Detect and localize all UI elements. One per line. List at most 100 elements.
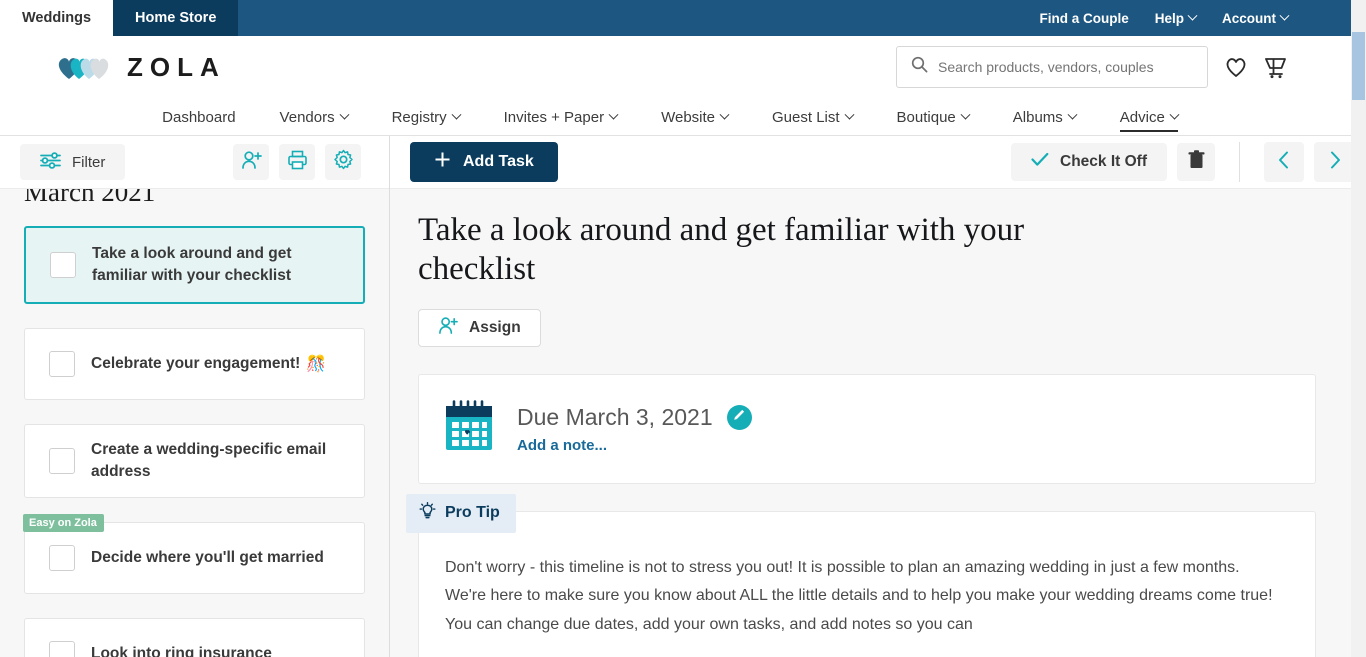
task-checkbox[interactable] — [49, 351, 75, 377]
settings-button[interactable] — [325, 144, 361, 180]
check-icon — [1031, 152, 1049, 172]
task-list-item[interactable]: Easy on Zola Decide where you'll get mar… — [23, 514, 365, 594]
pro-tip-section: Pro Tip Don't worry - this timeline is n… — [406, 493, 1316, 657]
due-date-row: Due March 3, 2021 — [517, 404, 752, 431]
app-body: Filter March 2021 Take a look around and… — [0, 136, 1366, 657]
check-it-off-button[interactable]: Check It Off — [1011, 143, 1167, 181]
topbar-tab-weddings[interactable]: Weddings — [0, 0, 114, 36]
assign-button[interactable]: Assign — [418, 308, 541, 347]
cart-icon[interactable] — [1264, 56, 1288, 79]
find-a-couple-link[interactable]: Find a Couple — [1039, 11, 1128, 26]
nav-item-advice[interactable]: Advice — [1098, 109, 1200, 135]
pencil-icon — [732, 408, 746, 427]
nav-item-website[interactable]: Website — [639, 109, 750, 135]
find-a-couple-label: Find a Couple — [1039, 10, 1129, 26]
filter-sliders-icon — [40, 151, 61, 173]
topbar-tab-home-store-label: Home Store — [135, 10, 217, 26]
settings-gear-icon — [333, 149, 354, 175]
task-checkbox[interactable] — [49, 448, 75, 474]
nav-item-vendors[interactable]: Vendors — [258, 109, 370, 135]
task-checkbox[interactable] — [49, 641, 75, 657]
nav-item-boutique[interactable]: Boutique — [875, 109, 991, 135]
add-note-link[interactable]: Add a note... — [517, 437, 752, 454]
nav-item-invites-paper-label: Invites + Paper — [503, 109, 605, 126]
add-person-icon — [438, 316, 458, 340]
nav-item-advice-label: Advice — [1119, 109, 1165, 126]
print-icon — [287, 150, 308, 175]
nav-item-guest-list[interactable]: Guest List — [750, 109, 875, 135]
zola-hearts-icon — [55, 54, 117, 80]
chevron-down-icon — [339, 109, 350, 120]
nav-item-registry-label: Registry — [391, 109, 447, 126]
task-list[interactable]: March 2021 Take a look around and get fa… — [0, 189, 389, 657]
toolbar-divider — [1239, 142, 1240, 182]
nav-item-invites-paper[interactable]: Invites + Paper — [482, 109, 639, 135]
add-person-icon — [241, 150, 262, 175]
print-button[interactable] — [279, 144, 315, 180]
pro-tip-label: Pro Tip — [445, 504, 500, 522]
edit-due-date-button[interactable] — [726, 404, 752, 430]
delete-task-button[interactable] — [1177, 143, 1215, 181]
chevron-down-icon — [719, 109, 730, 120]
masthead-actions — [896, 46, 1288, 88]
task-detail-panel: Add Task Check It Off Take a look around… — [390, 136, 1366, 657]
account-menu[interactable]: Account — [1222, 10, 1290, 26]
pro-tip-badge: Pro Tip — [406, 493, 516, 533]
top-utility-bar: Weddings Home Store Find a Couple Help A… — [0, 0, 1366, 36]
nav-item-albums-label: Albums — [1012, 109, 1063, 126]
page-scrollbar[interactable] — [1351, 0, 1366, 657]
due-date-card: Due March 3, 2021 Add a note... — [418, 373, 1316, 484]
nav-item-website-label: Website — [661, 109, 716, 126]
filter-button-label: Filter — [72, 153, 106, 171]
add-person-button[interactable] — [233, 144, 269, 180]
add-task-button-label: Add Task — [463, 153, 534, 170]
nav-item-boutique-label: Boutique — [896, 109, 956, 126]
checklist-toolbar: Filter — [0, 136, 389, 189]
page-scroll-thumb[interactable] — [1352, 32, 1365, 100]
help-label: Help — [1154, 10, 1184, 26]
search-box[interactable] — [896, 46, 1208, 88]
task-checkbox[interactable] — [49, 545, 75, 571]
task-list-item[interactable]: Look into ring insurance — [24, 618, 365, 657]
pro-tip-card: Don't worry - this timeline is not to st… — [418, 510, 1316, 657]
check-it-off-label: Check It Off — [1060, 153, 1147, 170]
task-list-item-label: Decide where you'll get married — [91, 549, 324, 566]
task-list-item-label: Take a look around and get familiar with… — [92, 245, 292, 284]
chevron-left-icon — [1277, 151, 1292, 174]
masthead: ZOLA — [0, 36, 1366, 98]
checklist-toolbar-actions — [233, 144, 361, 180]
page-title: Take a look around and get familiar with… — [418, 212, 1025, 287]
nav-item-dashboard[interactable]: Dashboard — [140, 109, 257, 135]
filter-button[interactable]: Filter — [20, 144, 126, 180]
nav-item-albums[interactable]: Albums — [991, 109, 1098, 135]
task-list-item[interactable]: Celebrate your engagement! 🎊 — [24, 328, 365, 400]
due-date-text-block: Due March 3, 2021 Add a note... — [517, 404, 752, 454]
chevron-right-icon — [1327, 151, 1342, 174]
lightbulb-icon — [419, 501, 436, 525]
search-icon — [911, 56, 928, 78]
task-list-item[interactable]: Create a wedding-specific email address — [24, 424, 365, 498]
topbar-links: Find a Couple Help Account — [1039, 0, 1366, 36]
chevron-down-icon — [1067, 109, 1078, 120]
search-input[interactable] — [938, 59, 1193, 75]
add-task-button[interactable]: Add Task — [410, 142, 558, 182]
detail-toolbar: Add Task Check It Off — [390, 136, 1366, 189]
wishlist-heart-icon[interactable] — [1224, 56, 1248, 78]
main-navigation: Dashboard Vendors Registry Invites + Pap… — [0, 98, 1366, 136]
previous-task-button[interactable] — [1264, 142, 1304, 182]
next-task-button[interactable] — [1314, 142, 1354, 182]
nav-item-dashboard-label: Dashboard — [162, 109, 236, 126]
chevron-down-icon — [1279, 10, 1290, 21]
help-menu[interactable]: Help — [1154, 10, 1198, 26]
task-list-item[interactable]: Take a look around and get familiar with… — [24, 226, 365, 304]
zola-logo[interactable]: ZOLA — [55, 52, 226, 83]
nav-item-guest-list-label: Guest List — [772, 109, 840, 126]
topbar-tab-weddings-label: Weddings — [22, 10, 92, 26]
account-label: Account — [1222, 10, 1276, 26]
calendar-icon — [443, 399, 495, 458]
chevron-down-icon — [1169, 109, 1180, 120]
topbar-tab-home-store[interactable]: Home Store — [113, 0, 239, 36]
celebration-emoji-icon: 🎊 — [306, 356, 327, 373]
nav-item-registry[interactable]: Registry — [370, 109, 482, 135]
task-checkbox[interactable] — [50, 252, 76, 278]
